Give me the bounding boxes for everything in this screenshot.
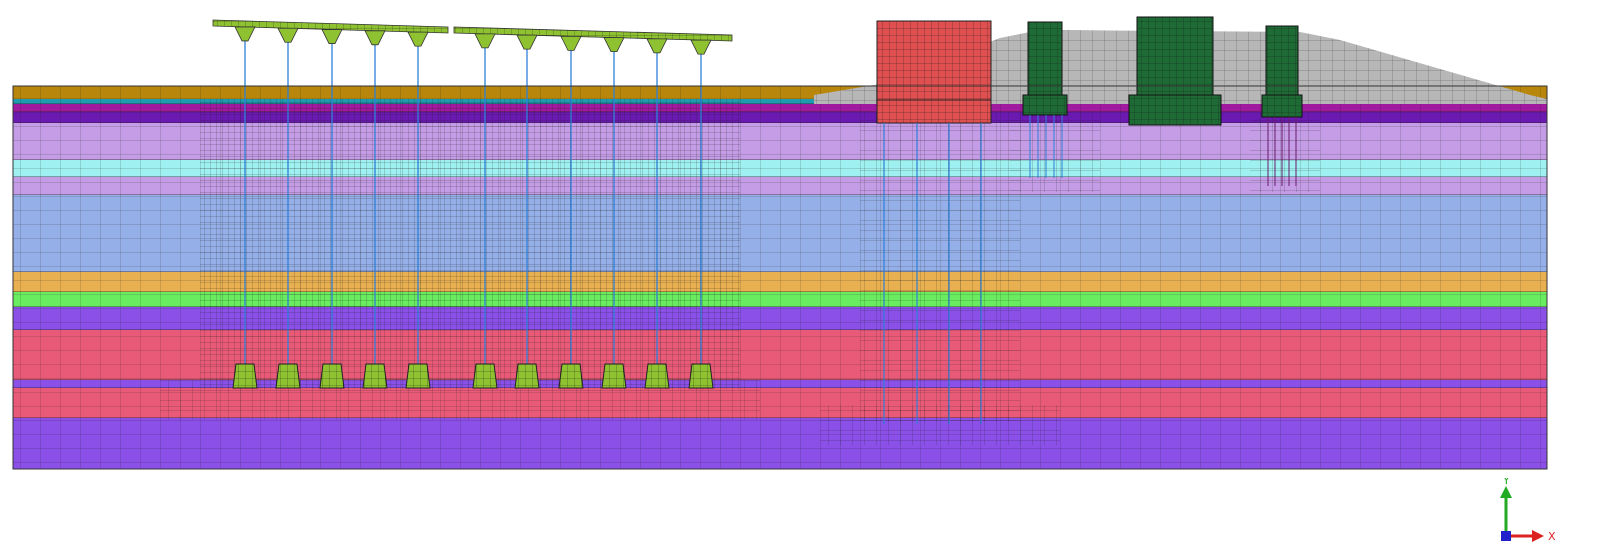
pile-tip-mesh-4 — [363, 364, 387, 388]
fem-model-canvas[interactable] — [0, 0, 1600, 552]
pile-tip-mesh-3 — [320, 364, 344, 388]
mesh-coarse — [13, 418, 1547, 469]
deck-span-2-bearing-6 — [690, 39, 712, 55]
pile-tip-mesh-11 — [689, 364, 713, 388]
x-axis-arrowhead — [1532, 530, 1544, 542]
bridge-deck[interactable] — [212, 19, 733, 55]
deck-span-2-bearing-2 — [516, 34, 538, 50]
deck-span-1-bearing-2 — [277, 27, 299, 43]
deck-span-1-bearing-1 — [234, 26, 256, 42]
approach-fill-mesh — [13, 86, 814, 99]
deck-span-2-bearing-1 — [474, 33, 496, 49]
pile-tip-mesh-8 — [559, 364, 583, 388]
pier-3-footing-mesh — [1262, 95, 1302, 117]
pier-2-footing-mesh — [1129, 95, 1221, 125]
pile-tip-mesh-9 — [602, 364, 626, 388]
mesh-refined-pier-3 — [1250, 112, 1320, 192]
z-axis-marker — [1501, 531, 1511, 541]
deck-span-1-bearing-3 — [321, 29, 343, 44]
pile-tip-mesh-5 — [406, 364, 430, 388]
y-axis-arrowhead — [1500, 486, 1512, 498]
soil-mesh-overlay — [13, 86, 1547, 469]
deck-span-2-bearing-3 — [560, 35, 582, 51]
deck-span-2-mesh — [454, 27, 732, 41]
pile-tip-mesh-10 — [645, 364, 669, 388]
deck-span-2-bearing-4 — [603, 37, 625, 53]
deck-span-2-bearing-5 — [646, 38, 668, 54]
mesh-transition-center — [820, 405, 1060, 445]
foundation-block-mesh — [877, 21, 991, 123]
pier-1-footing-mesh — [1023, 95, 1067, 115]
y-axis-label: Y — [1502, 478, 1510, 487]
deck-span-1-bearing-4 — [364, 30, 386, 46]
pile-tip-mesh-7 — [515, 364, 539, 388]
mesh-refined-pier-1 — [1010, 112, 1100, 192]
pile-tip-mesh-2 — [276, 364, 300, 388]
mesh-refined-left — [200, 99, 740, 389]
x-axis-label: X — [1548, 530, 1556, 543]
pile-tip-mesh-6 — [473, 364, 497, 388]
deck-span-1-bearing-5 — [407, 31, 429, 47]
pile-tip-mesh-1 — [233, 364, 257, 388]
coordinate-triad: Y X Z — [1500, 478, 1556, 543]
z-axis-label: Z — [1512, 524, 1518, 533]
